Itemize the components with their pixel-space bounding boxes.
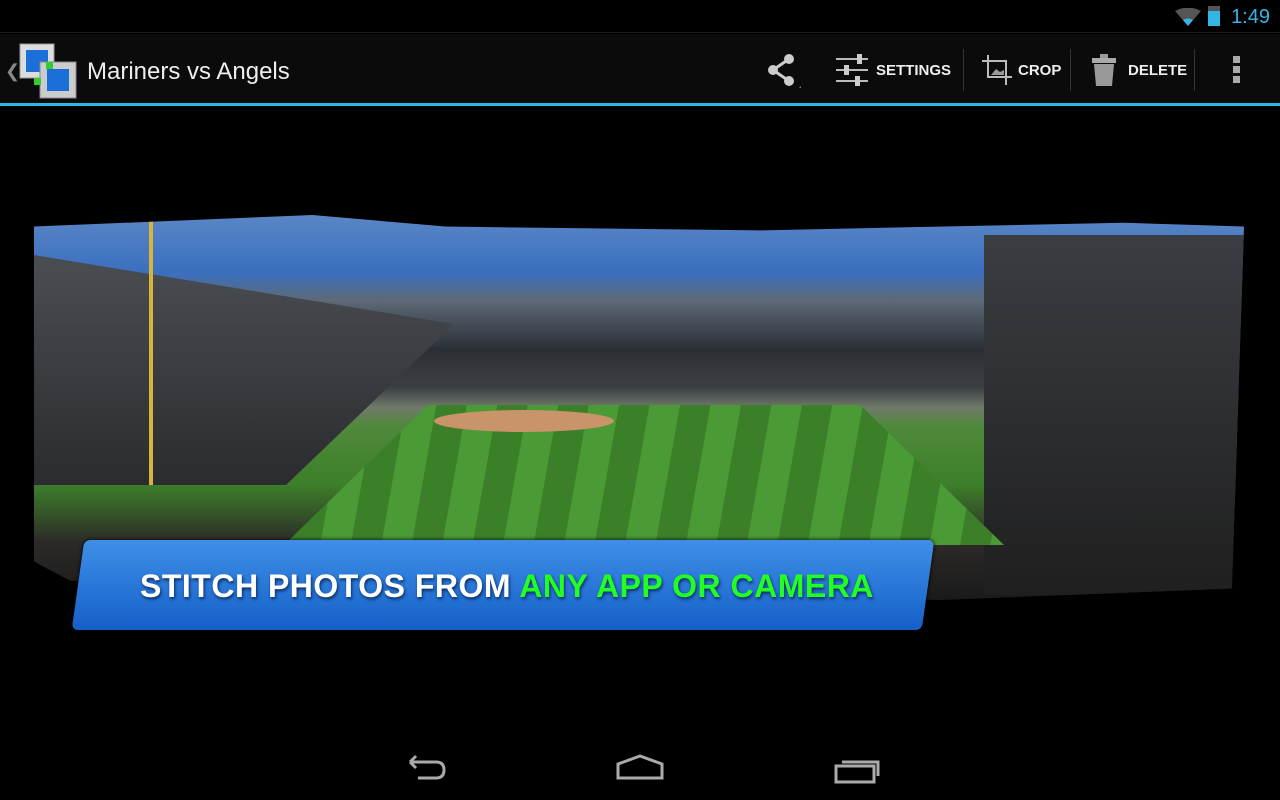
overflow-menu-button[interactable] [1232,34,1242,106]
delete-label: DELETE [1128,61,1188,79]
sliders-icon [836,54,868,86]
promo-text-white: STITCH PHOTOS FROM [140,568,520,604]
crop-button[interactable]: CROP [982,34,1061,106]
wifi-icon [1175,8,1201,26]
back-icon[interactable] [400,752,448,786]
clock: 1:49 [1231,6,1270,28]
page-title: Mariners vs Angels [87,58,290,85]
settings-label: SETTINGS [876,61,952,79]
divider [1070,49,1071,91]
foul-pole [149,215,153,485]
baseball-field [284,405,1004,545]
promo-text-green: ANY APP OR CAMERA [519,568,874,604]
share-icon [768,54,801,88]
share-button[interactable] [765,34,801,106]
settings-button[interactable]: SETTINGS [836,34,951,106]
delete-button[interactable]: DELETE [1092,34,1187,106]
divider [963,49,964,91]
battery-charging-icon [1208,6,1220,26]
divider [1194,49,1195,91]
action-bar: ❮ Mariners vs Angels SETTINGS CROP DELET… [0,34,1280,106]
promo-text: STITCH PHOTOS FROM ANY APP OR CAMERA [140,568,874,605]
recents-icon[interactable] [834,752,882,786]
home-icon[interactable] [616,752,664,786]
status-bar: 1:49 [0,0,1280,33]
infield-dirt [434,410,614,432]
crop-icon [982,55,1012,85]
overflow-menu-icon [1233,56,1240,83]
trash-icon [1092,54,1116,86]
app-logo[interactable] [18,42,78,100]
crop-label: CROP [1018,61,1062,79]
right-stands [984,235,1244,595]
